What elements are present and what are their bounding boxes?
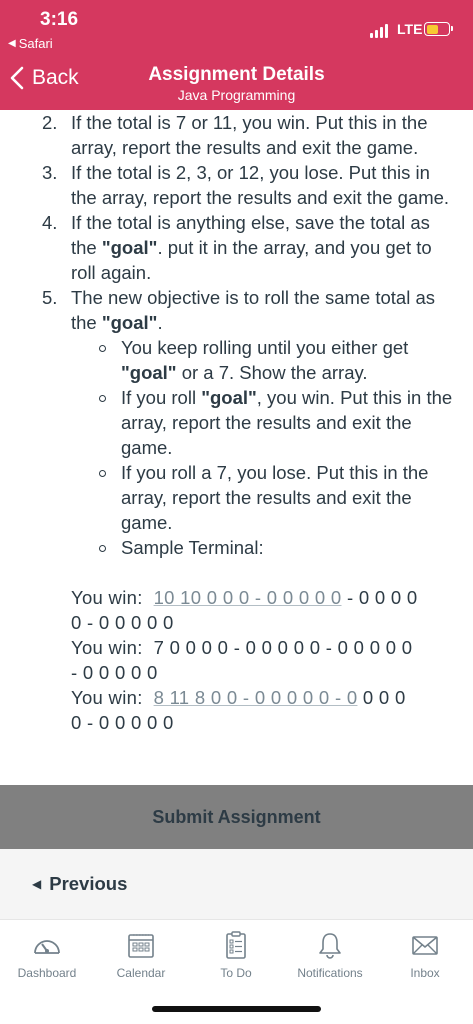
status-time: 3:16 xyxy=(40,9,79,30)
sub-list-item: You keep rolling until you either get "g… xyxy=(0,335,473,385)
back-label: Back xyxy=(32,66,79,89)
chevron-left-icon xyxy=(10,66,24,90)
tab-calendar[interactable]: Calendar xyxy=(94,930,188,980)
calendar-icon xyxy=(128,934,154,958)
network-type: LTE xyxy=(397,21,423,37)
list-item: 5. The new objective is to roll the same… xyxy=(42,287,436,333)
page-subtitle: Java Programming xyxy=(177,87,296,103)
terminal-line: 0 - 0 0 0 0 0 xyxy=(71,712,174,733)
assignment-description: 2. If the total is 7 or 11, you win. Put… xyxy=(0,110,473,785)
terminal-line: You win: 10 10 0 0 0 - 0 0 0 0 0 - 0 0 0… xyxy=(71,587,418,608)
inbox-icon xyxy=(412,936,438,955)
tab-dashboard[interactable]: Dashboard xyxy=(0,930,94,980)
back-button[interactable]: Back xyxy=(10,66,79,90)
battery-icon xyxy=(424,22,453,36)
safari-return-link[interactable]: ◀ Safari xyxy=(8,36,53,51)
pagination-bar: ◀ Previous xyxy=(0,849,473,919)
signal-icon xyxy=(370,24,388,38)
list-item: 2. If the total is 7 or 11, you win. Put… xyxy=(42,112,428,158)
submit-assignment-button[interactable]: Submit Assignment xyxy=(0,785,473,849)
terminal-line: 0 - 0 0 0 0 0 xyxy=(71,612,174,633)
submit-label: Submit Assignment xyxy=(152,806,321,827)
page-title-block: Assignment Details Java Programming xyxy=(100,64,373,103)
safari-return-label: Safari xyxy=(18,36,53,51)
terminal-line: You win: 8 11 8 0 0 - 0 0 0 0 0 - 0 0 0 … xyxy=(71,687,406,708)
sub-list-item: Sample Terminal: xyxy=(0,535,473,560)
previous-label: Previous xyxy=(49,873,128,894)
sub-list-item: If you roll "goal", you win. Put this in… xyxy=(0,385,473,460)
terminal-line: You win: 7 0 0 0 0 - 0 0 0 0 0 - 0 0 0 0… xyxy=(71,637,413,658)
dashboard-icon xyxy=(34,940,60,954)
previous-button[interactable]: ◀ Previous xyxy=(32,873,127,895)
bullet-icon xyxy=(99,345,106,352)
bullet-icon xyxy=(99,395,106,402)
left-triangle-icon: ◀ xyxy=(32,877,42,891)
bell-icon xyxy=(319,933,341,959)
left-triangle-icon: ◀ xyxy=(8,38,16,49)
tab-inbox[interactable]: Inbox xyxy=(378,930,472,980)
page-title: Assignment Details xyxy=(148,64,325,85)
home-indicator[interactable] xyxy=(152,1006,321,1012)
tab-notifications[interactable]: Notifications xyxy=(283,930,377,980)
bullet-icon xyxy=(99,470,106,477)
sub-list-item: If you roll a 7, you lose. Put this in t… xyxy=(0,460,473,535)
tab-todo[interactable]: To Do xyxy=(189,930,283,980)
list-item: 4. If the total is anything else, save t… xyxy=(42,212,432,283)
app-header: 3:16 ◀ Safari LTE Back Assignment Detail… xyxy=(0,0,473,110)
bullet-icon xyxy=(99,545,106,552)
todo-icon xyxy=(226,931,246,959)
terminal-line: - 0 0 0 0 0 xyxy=(71,662,158,683)
list-item: 3. If the total is 2, 3, or 12, you lose… xyxy=(42,162,450,208)
